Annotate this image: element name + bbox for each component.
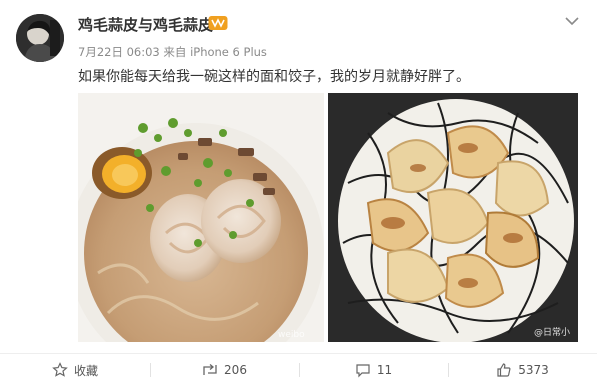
favorite-button[interactable]: 收藏: [0, 356, 150, 384]
star-icon: [52, 362, 68, 377]
like-count: 5373: [518, 363, 549, 377]
repost-icon: [203, 364, 217, 375]
vip-badge-icon: [208, 16, 228, 30]
device-name[interactable]: iPhone 6 Plus: [190, 45, 267, 59]
post-image-ramen[interactable]: weibo: [78, 93, 324, 342]
post-meta: 7月22日 06:03 来自 iPhone 6 Plus: [78, 44, 267, 60]
post-date: 7月22日 06:03: [78, 45, 160, 59]
comment-button[interactable]: 11: [299, 356, 448, 384]
image-watermark: @日常小: [533, 328, 570, 338]
post-text: 如果你能每天给我一碗这样的面和饺子，我的岁月就静好胖了。: [78, 69, 470, 85]
post-image-dumplings[interactable]: @日常小: [328, 93, 578, 342]
svg-text:weibo: weibo: [278, 330, 305, 340]
repost-count: 206: [224, 363, 247, 377]
avatar[interactable]: [16, 14, 64, 62]
favorite-label: 收藏: [73, 363, 98, 378]
username[interactable]: 鸡毛蒜皮与鸡毛蒜皮: [78, 14, 213, 35]
repost-button[interactable]: 206: [150, 356, 299, 384]
source-prefix: 来自: [163, 45, 187, 59]
comment-count: 11: [376, 363, 393, 377]
thumbs-up-icon: [497, 363, 511, 377]
action-bar-divider: [0, 353, 597, 354]
comment-icon: [356, 364, 370, 378]
like-button[interactable]: 5373: [448, 356, 597, 384]
chevron-down-icon[interactable]: [565, 16, 579, 26]
